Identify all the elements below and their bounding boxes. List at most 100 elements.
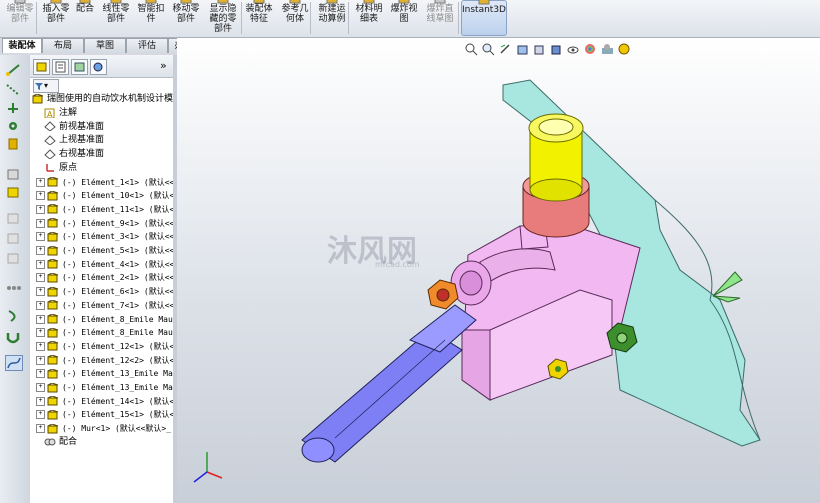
view-settings-icon[interactable] [618,43,631,56]
part-icon [47,259,59,269]
ribbon-button-9[interactable]: 新建运 动算例 [313,0,351,34]
svg-text:A: A [47,110,53,118]
tree-item[interactable]: + (-) Elément_5<1> (默认<<默 [36,244,174,257]
ribbon-button-3[interactable]: 线性零 部件 [98,0,134,34]
tree-item[interactable]: + (-) Mur<1> (默认<<默认>_ [36,422,171,435]
tree-item[interactable]: + (-) Elément_10<1> (默认<< [36,189,173,202]
cylinder-icon[interactable] [5,137,21,151]
tree-item[interactable]: + (-) Elément_8_Emile Maur: [36,326,173,339]
ribbon-button-13[interactable]: Instant3D [461,0,507,36]
ribbon-button-1[interactable]: 插入零 部件 [40,0,72,34]
feature-tree-tab-icon[interactable] [33,59,50,75]
expand-icon[interactable]: + [36,314,45,324]
box-icon[interactable] [5,167,21,181]
view-orientation-icon[interactable] [533,43,546,56]
magnet-icon[interactable] [5,331,21,345]
tree-item[interactable]: 右视基准面 [44,148,104,161]
ribbon-button-11[interactable]: 爆炸视 图 [387,0,421,34]
hook-icon[interactable] [5,309,21,323]
expand-icon[interactable]: + [36,383,45,392]
configuration-tab-icon[interactable] [71,59,88,75]
tab-0[interactable]: 装配体 [2,38,42,53]
ribbon-button-8[interactable]: 参考几 何体 [278,0,312,34]
tree-item[interactable]: + (-) Elément_12<2> (默认<< [36,354,173,367]
tree-item[interactable]: + (-) Elément_13_Emile Maur [36,367,173,380]
tree-item[interactable]: + (-) Elément_14<1> (默认<< [36,395,173,408]
tree-item[interactable]: + (-) Elément_7<1> (默认<<默 [36,299,173,312]
expand-icon[interactable]: + [36,259,45,269]
tree-item[interactable]: + (-) Elément_15<1> (默认<< [36,408,173,421]
ribbon-button-0[interactable]: 编辑零 部件 [2,0,38,34]
line-icon[interactable] [5,83,21,97]
edit-appearance-icon[interactable] [584,43,597,56]
property-manager-tab-icon[interactable] [52,59,69,75]
tree-item[interactable]: 上视基准面 [44,134,104,147]
tab-1[interactable]: 布局 [42,38,84,53]
zoom-area-icon[interactable] [482,43,495,56]
expand-icon[interactable]: + [36,191,45,201]
expand-icon[interactable]: + [36,232,45,242]
expand-icon[interactable]: + [36,273,45,283]
expand-icon[interactable]: + [36,204,45,214]
tree-item-label: (-) Elément_2<1> (默认<<默 [62,273,174,283]
gear-icon[interactable] [5,119,21,133]
graphics-viewport[interactable]: 沐风网 mfcad.com [177,38,820,503]
heads-up-view-toolbar [465,41,631,57]
section-view-icon[interactable] [516,43,529,56]
expand-icon[interactable]: + [36,300,45,310]
expand-icon[interactable]: + [36,424,45,434]
tree-root-assembly[interactable]: 瑞图使用的自动饮水机制设计模 [32,93,173,106]
tree-item[interactable]: 前视基准面 [44,121,104,134]
zoom-to-fit-icon[interactable] [465,43,478,56]
ribbon-button-12[interactable]: 爆炸直 线草图 [421,0,459,34]
pipe-part[interactable] [301,304,477,463]
curve-icon[interactable] [5,355,23,371]
expand-panel-icon[interactable]: » [160,59,167,72]
sketch-icon[interactable] [5,63,21,77]
ribbon-button-5[interactable]: 移动零 部件 [168,0,204,34]
tree-item[interactable]: 原点 [44,162,77,175]
expand-icon[interactable]: + [36,396,45,406]
tree-item[interactable]: + (-) Elément_9<1> (默认<<默 [36,217,173,230]
tab-3[interactable]: 评估 [126,38,168,53]
assembly-icon[interactable] [5,185,21,199]
tree-item[interactable]: + (-) Elément_3<1> (默认<<默 [36,230,173,243]
axis-icon[interactable] [5,101,21,115]
ribbon-button-7[interactable]: 装配体 特征 [242,0,276,34]
ribbon-button-4[interactable]: 智能扣 件 [135,0,167,34]
tree-item[interactable]: + (-) Elément_8_Emile Maur: [36,313,173,326]
tree-item[interactable]: + (-) Elément_11<1> (默认<< [36,203,173,216]
expand-icon[interactable]: + [36,218,45,228]
expand-icon[interactable]: + [36,177,45,187]
tab-2[interactable]: 草图 [84,38,126,53]
tree-item[interactable]: A 注解 [44,107,77,120]
expand-icon[interactable]: + [36,246,45,255]
cup-part[interactable] [528,113,584,202]
previous-view-icon[interactable] [499,43,512,56]
tree-item-label: (-) Elément_5<1> (默认<<默 [62,246,174,255]
apply-scene-icon[interactable] [601,43,614,56]
ribbon-button-6[interactable]: 显示隐 藏的零 部件 [205,0,241,34]
expand-icon[interactable]: + [36,328,45,338]
ribbon-button-2[interactable]: 配合 [73,0,97,34]
pattern-icon[interactable] [5,281,21,295]
expand-icon[interactable]: + [36,287,45,297]
ribbon-button-10[interactable]: 材料明 细表 [352,0,386,34]
display-style-icon[interactable] [550,43,563,56]
display-manager-tab-icon[interactable] [90,59,107,75]
expand-icon[interactable]: + [36,410,45,420]
tree-item[interactable]: + (-) Elément_4<1> (默认<<默 [36,258,173,271]
tree-item[interactable]: + (-) Elément_2<1> (默认<<默 [36,271,174,284]
orange-nut[interactable] [427,279,459,310]
tree-item[interactable]: + (-) Elément_1<1> (默认<<默 [36,176,173,189]
hide-show-items-icon[interactable] [567,43,580,56]
tree-item[interactable]: + (-) Elément_12<1> (默认<< [36,340,173,353]
expand-icon[interactable]: + [36,341,45,351]
bracket-body[interactable] [450,224,641,401]
filter-dropdown[interactable]: ▾ [33,79,59,93]
expand-icon[interactable]: + [36,369,45,379]
expand-icon[interactable]: + [36,355,45,365]
tree-item[interactable]: + (-) Elément_6<1> (默认<<默 [36,285,173,298]
tree-item[interactable]: 配合 [44,436,77,449]
tree-item[interactable]: + (-) Elément_13_Emile Maur [36,381,173,394]
